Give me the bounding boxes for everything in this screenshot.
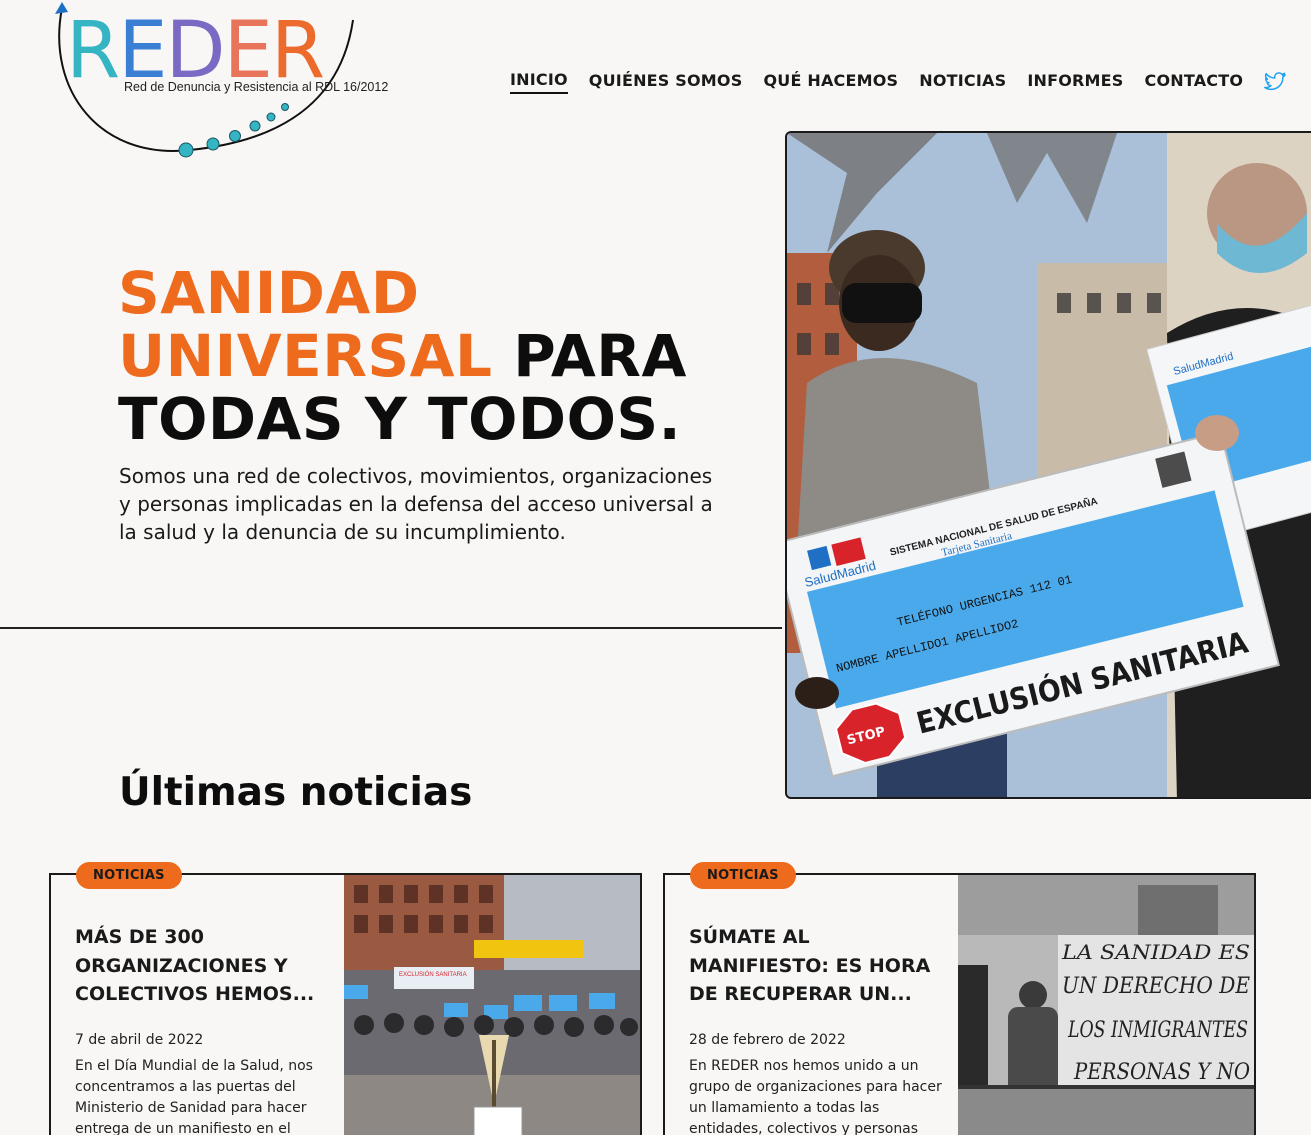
news-card-title[interactable]: SÚMATE AL MANIFIESTO: ES HORA DE RECUPER…	[689, 923, 939, 1009]
category-badge[interactable]: NOTICIAS	[690, 862, 796, 889]
logo-letter: R	[66, 6, 120, 96]
category-badge[interactable]: NOTICIAS	[76, 862, 182, 889]
news-card-photo-banner: UN DERECHO DE	[1062, 974, 1250, 999]
news-card-title[interactable]: MÁS DE 300 ORGANIZACIONES Y COLECTIVOS H…	[75, 923, 325, 1009]
logo-letter: D	[165, 6, 226, 96]
nav-noticias[interactable]: NOTICIAS	[919, 71, 1006, 93]
hero-description: Somos una red de colectivos, movimientos…	[119, 464, 713, 544]
hero-title-orange-1: SANIDAD	[118, 259, 420, 327]
nav-inicio[interactable]: INICIO	[510, 70, 568, 94]
nav-quienes-somos[interactable]: QUIÉNES SOMOS	[589, 71, 743, 93]
nav-contacto[interactable]: CONTACTO	[1145, 71, 1244, 93]
site-logo[interactable]: REDER Red de Denuncia y Resistencia al R…	[40, 0, 420, 170]
hero-photo-illustration: SaludMadrid SISTEMA NACIONAL DE SALUD DE…	[787, 133, 1311, 797]
hero-title-black-2: TODAS Y TODOS.	[118, 385, 682, 453]
logo-letter: E	[118, 6, 167, 96]
nav-que-hacemos[interactable]: QUÉ HACEMOS	[763, 71, 898, 93]
twitter-icon[interactable]	[1264, 72, 1286, 92]
logo-subtitle: Red de Denuncia y Resistencia al RDL 16/…	[124, 80, 389, 94]
logo-letter: E	[223, 6, 273, 96]
hero-title: SANIDAD UNIVERSAL PARA TODAS Y TODOS.	[118, 262, 687, 451]
main-nav: INICIO QUIÉNES SOMOS QUÉ HACEMOS NOTICIA…	[510, 70, 1286, 94]
news-card-date: 28 de febrero de 2022	[689, 1032, 846, 1048]
news-card-photo: EXCLUSIÓN SANITARIA	[344, 875, 640, 1135]
logo-wordmark: REDER	[66, 6, 325, 96]
hero-divider	[0, 627, 782, 629]
news-card-photo: LA SANIDAD ES UN DERECHO DE LOS INMIGRAN…	[958, 875, 1254, 1135]
hero-photo: SaludMadrid SISTEMA NACIONAL DE SALUD DE…	[785, 131, 1311, 799]
news-card-image[interactable]: EXCLUSIÓN SANITARIA	[344, 875, 640, 1135]
news-card-photo-banner: LOS INMIGRANTES	[1067, 1018, 1248, 1043]
news-card-photo-banner: PERSONAS Y NO	[1073, 1060, 1250, 1085]
news-card[interactable]: NOTICIAS SÚMATE AL MANIFIESTO: ES HORA D…	[663, 862, 1256, 1135]
nav-informes[interactable]: INFORMES	[1027, 71, 1123, 93]
news-card-excerpt: En REDER nos hemos unido a un grupo de o…	[689, 1058, 942, 1135]
logo-letter: R	[270, 6, 325, 96]
news-card-date: 7 de abril de 2022	[75, 1032, 204, 1048]
hero-title-orange-2: UNIVERSAL	[118, 322, 493, 390]
news-card-photo-banner: EXCLUSIÓN SANITARIA	[399, 971, 467, 978]
news-heading: Últimas noticias	[119, 770, 473, 815]
news-card-image[interactable]: LA SANIDAD ES UN DERECHO DE LOS INMIGRAN…	[958, 875, 1254, 1135]
news-card-excerpt: En el Día Mundial de la Salud, nos conce…	[75, 1058, 313, 1135]
news-card-photo-banner: LA SANIDAD ES	[1061, 940, 1250, 964]
hero-title-black-1: PARA	[492, 322, 687, 390]
news-card[interactable]: NOTICIAS MÁS DE 300 ORGANIZACIONES Y COL…	[49, 862, 642, 1135]
